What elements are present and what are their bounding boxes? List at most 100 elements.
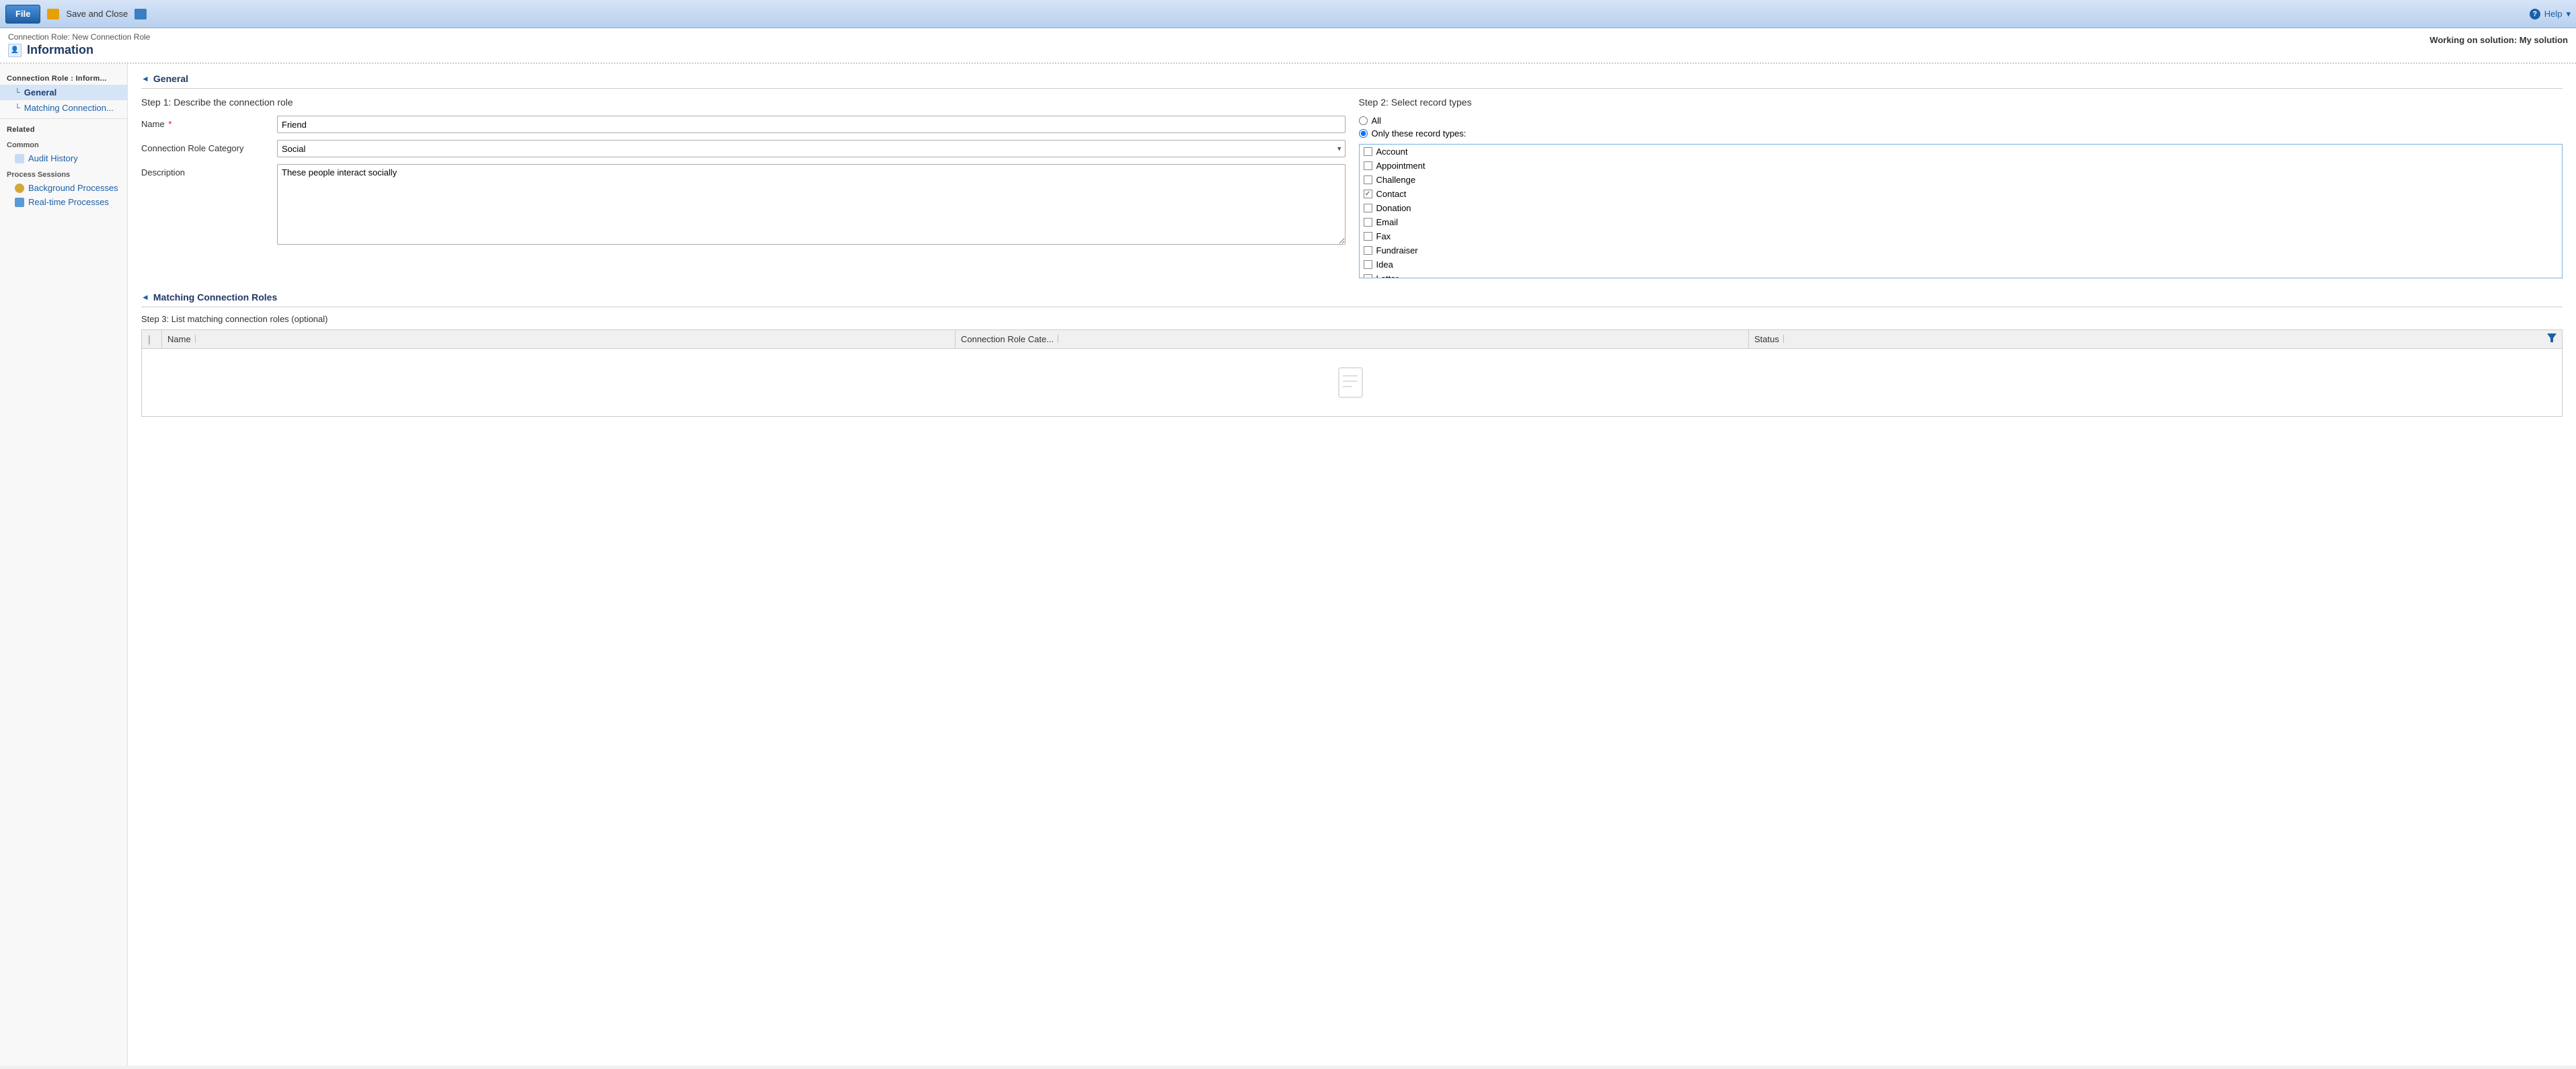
sort-icon-status: │ bbox=[1782, 335, 1786, 343]
record-type-item[interactable]: Fundraiser bbox=[1360, 243, 2563, 258]
record-type-item[interactable]: Appointment bbox=[1360, 159, 2563, 173]
record-type-label: Donation bbox=[1376, 203, 1411, 213]
page-title: Information bbox=[27, 43, 93, 57]
sidebar-item-background-processes[interactable]: Background Processes bbox=[0, 181, 127, 195]
sidebar-common-title: Common bbox=[0, 136, 127, 151]
help-button[interactable]: ? Help ▾ bbox=[2530, 9, 2571, 19]
description-textarea[interactable]: These people interact socially bbox=[277, 164, 1345, 245]
name-label: Name * bbox=[141, 116, 269, 129]
page-title-row: 👤 Information bbox=[8, 43, 150, 57]
radio-all-input[interactable] bbox=[1359, 116, 1368, 125]
record-type-item[interactable]: Account bbox=[1360, 145, 2563, 159]
record-type-item[interactable]: Fax bbox=[1360, 229, 2563, 243]
save-close-icon bbox=[47, 9, 59, 19]
step2-col: Step 2: Select record types All Only the… bbox=[1359, 97, 2563, 278]
breadcrumb: Connection Role: New Connection Role bbox=[8, 32, 150, 42]
sidebar-item-matching[interactable]: └ Matching Connection... bbox=[0, 100, 127, 116]
matching-section-header: ◄ Matching Connection Roles bbox=[141, 292, 2563, 307]
background-processes-icon bbox=[15, 184, 24, 193]
section-chevron: ◄ bbox=[141, 74, 149, 83]
toolbar-icon-2 bbox=[134, 9, 147, 19]
record-type-item[interactable]: Idea bbox=[1360, 258, 2563, 272]
table-col-name: Name │ bbox=[162, 330, 955, 348]
sidebar: Connection Role : Inform... └ General └ … bbox=[0, 64, 128, 1066]
sidebar-related-title: Related bbox=[0, 122, 127, 136]
description-label: Description bbox=[141, 164, 269, 177]
table-header: │ Name │ Connection Role Cate... │ Statu… bbox=[142, 330, 2562, 349]
record-type-item[interactable]: Email bbox=[1360, 215, 2563, 229]
audit-history-icon bbox=[15, 154, 24, 163]
radio-all[interactable]: All bbox=[1359, 116, 2563, 126]
record-type-checkbox[interactable] bbox=[1364, 204, 1372, 212]
category-select[interactable]: Social Business Family Other bbox=[277, 140, 1345, 157]
record-type-label: Fax bbox=[1376, 231, 1391, 241]
record-type-checkbox[interactable] bbox=[1364, 232, 1372, 241]
table-empty-icon bbox=[142, 349, 2562, 416]
record-type-label: Appointment bbox=[1376, 161, 1426, 171]
page-title-icon: 👤 bbox=[8, 44, 22, 57]
record-type-label: Contact bbox=[1376, 189, 1407, 199]
category-row: Connection Role Category Social Business… bbox=[141, 140, 1345, 157]
matching-section-title: Matching Connection Roles bbox=[153, 292, 277, 303]
record-type-checkbox[interactable] bbox=[1364, 246, 1372, 255]
general-section-header: ◄ General bbox=[141, 73, 2563, 89]
matching-section-chevron: ◄ bbox=[141, 292, 149, 302]
step1-col: Step 1: Describe the connection role Nam… bbox=[141, 97, 1345, 278]
table-col-status: Status │ bbox=[1749, 330, 2542, 348]
page-header-left: Connection Role: New Connection Role 👤 I… bbox=[8, 32, 150, 57]
sidebar-process-sessions-title: Process Sessions bbox=[0, 165, 127, 181]
general-section-title: General bbox=[153, 73, 188, 84]
help-icon: ? bbox=[2530, 9, 2540, 19]
sidebar-nav-title: Connection Role : Inform... bbox=[0, 71, 127, 85]
table-col-category: Connection Role Cate... │ bbox=[955, 330, 1749, 348]
form-columns: Step 1: Describe the connection role Nam… bbox=[141, 97, 2563, 278]
record-type-label: Letter bbox=[1376, 274, 1399, 278]
file-button[interactable]: File bbox=[5, 5, 40, 24]
content-area: ◄ General Step 1: Describe the connectio… bbox=[128, 64, 2576, 1066]
main-layout: Connection Role : Inform... └ General └ … bbox=[0, 64, 2576, 1066]
sort-icon-name: │ bbox=[194, 335, 198, 343]
records-list[interactable]: Account Appointment Challenge Contact Donati… bbox=[1359, 144, 2563, 278]
record-type-checkbox[interactable] bbox=[1364, 274, 1372, 278]
step3-title: Step 3: List matching connection roles (… bbox=[141, 314, 2563, 324]
sidebar-item-general[interactable]: └ General bbox=[0, 85, 127, 100]
category-select-wrap: Social Business Family Other ▾ bbox=[277, 140, 1345, 157]
record-type-item[interactable]: Challenge bbox=[1360, 173, 2563, 187]
record-type-checkbox[interactable] bbox=[1364, 147, 1372, 156]
record-type-label: Email bbox=[1376, 217, 1399, 227]
required-star: * bbox=[168, 119, 171, 129]
matching-section: ◄ Matching Connection Roles Step 3: List… bbox=[141, 292, 2563, 417]
page-header: Connection Role: New Connection Role 👤 I… bbox=[0, 28, 2576, 64]
matching-table: │ Name │ Connection Role Cate... │ Statu… bbox=[141, 329, 2563, 417]
record-type-checkbox[interactable] bbox=[1364, 161, 1372, 170]
solution-label: Working on solution: My solution bbox=[2429, 32, 2568, 45]
sort-icon-category: │ bbox=[1056, 335, 1060, 343]
step2-title: Step 2: Select record types bbox=[1359, 97, 2563, 108]
record-type-label: Account bbox=[1376, 147, 1408, 157]
record-type-label: Idea bbox=[1376, 260, 1393, 270]
record-type-checkbox[interactable] bbox=[1364, 175, 1372, 184]
record-type-label: Challenge bbox=[1376, 175, 1416, 185]
table-body bbox=[142, 349, 2562, 416]
toolbar: File Save and Close ? Help ▾ bbox=[0, 0, 2576, 28]
record-type-label: Fundraiser bbox=[1376, 245, 1418, 255]
name-row: Name * bbox=[141, 116, 1345, 133]
radio-only-these-input[interactable] bbox=[1359, 129, 1368, 138]
record-type-item[interactable]: Donation bbox=[1360, 201, 2563, 215]
radio-only-these[interactable]: Only these record types: bbox=[1359, 128, 2563, 138]
save-and-close-button[interactable]: Save and Close bbox=[62, 5, 132, 24]
record-type-checkbox[interactable] bbox=[1364, 190, 1372, 198]
radio-group: All Only these record types: bbox=[1359, 116, 2563, 138]
table-header-check: │ bbox=[142, 330, 162, 348]
description-row: Description These people interact social… bbox=[141, 164, 1345, 245]
record-type-item[interactable]: Contact bbox=[1360, 187, 2563, 201]
name-input[interactable] bbox=[277, 116, 1345, 133]
record-type-checkbox[interactable] bbox=[1364, 260, 1372, 269]
record-type-item[interactable]: Letter bbox=[1360, 272, 2563, 278]
step1-title: Step 1: Describe the connection role bbox=[141, 97, 1345, 108]
record-type-checkbox[interactable] bbox=[1364, 218, 1372, 227]
sidebar-item-audit-history[interactable]: Audit History bbox=[0, 151, 127, 165]
realtime-processes-icon bbox=[15, 198, 24, 207]
filter-icon[interactable] bbox=[2542, 331, 2562, 348]
sidebar-item-realtime-processes[interactable]: Real-time Processes bbox=[0, 195, 127, 209]
